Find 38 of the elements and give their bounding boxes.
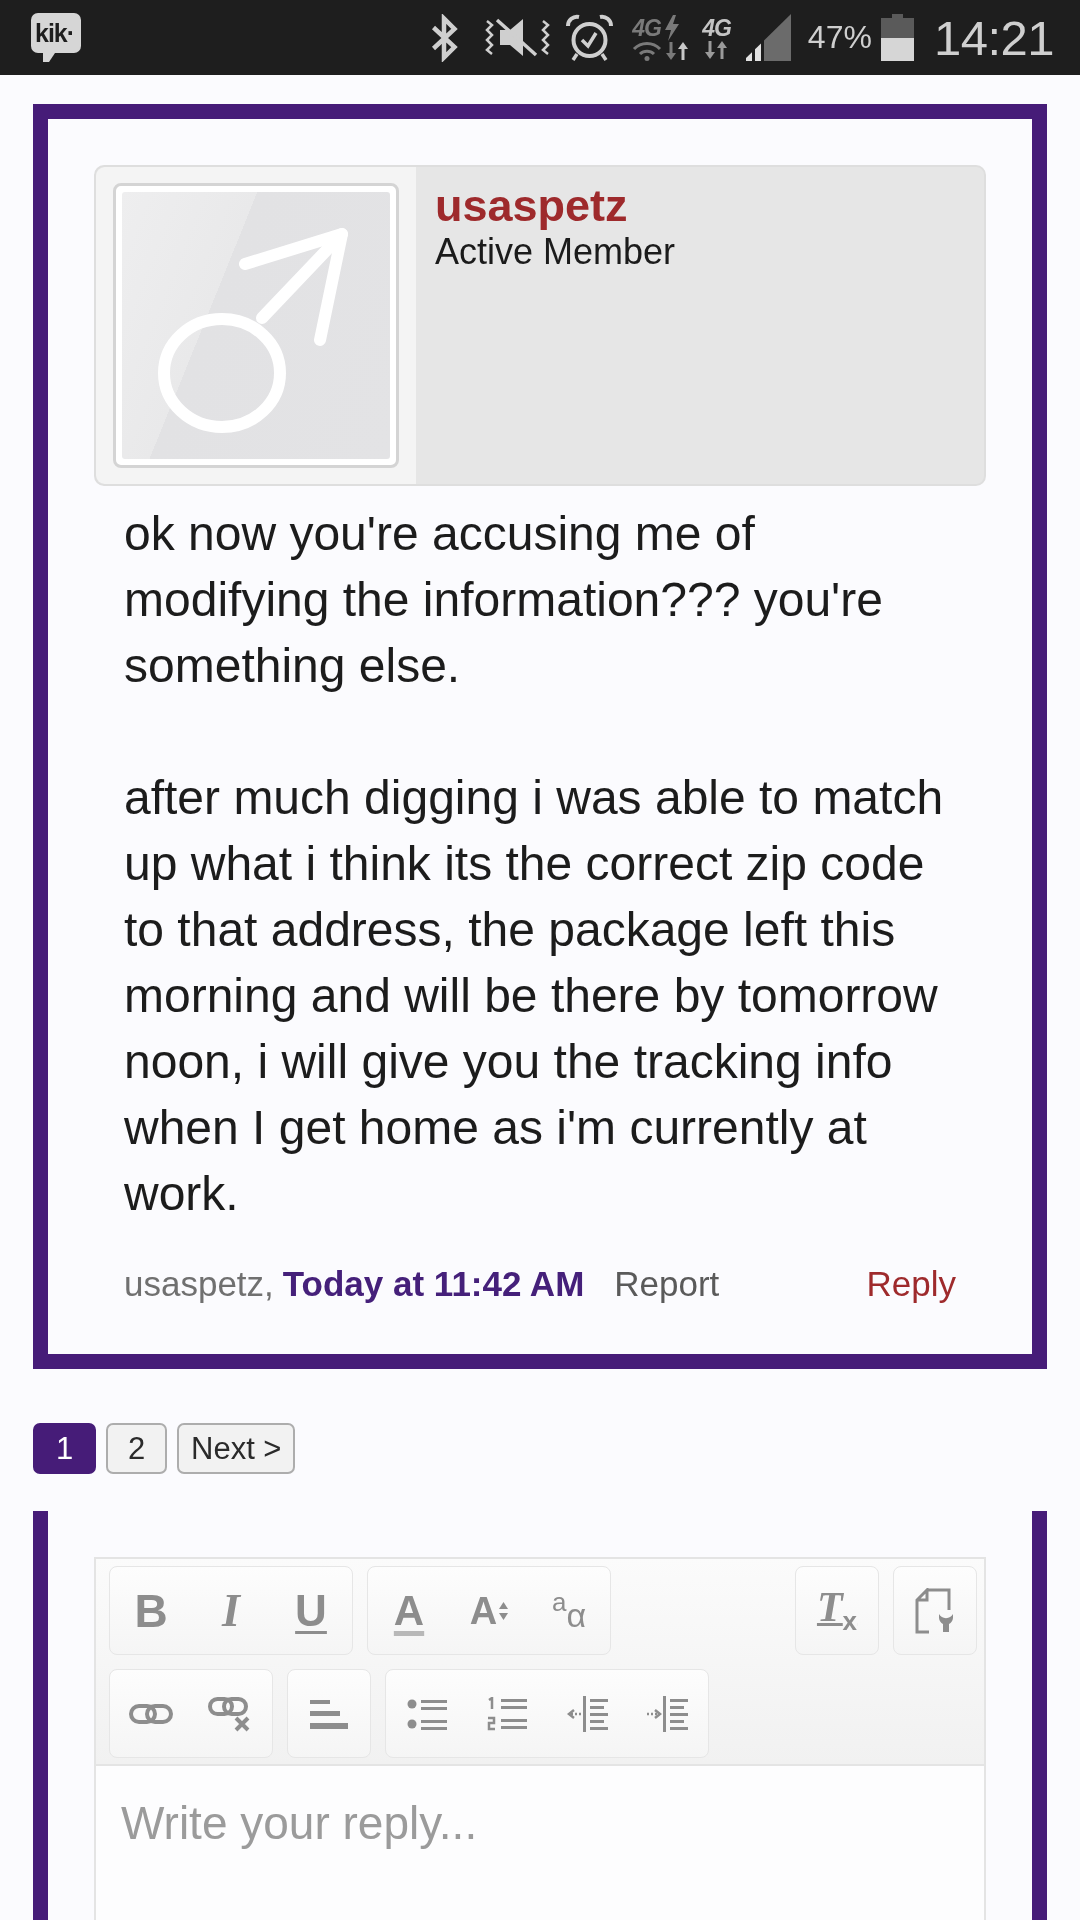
data-arrows-icon (664, 40, 691, 61)
numbered-list-icon (487, 1696, 527, 1731)
reply-link[interactable]: Reply (866, 1264, 956, 1304)
font-size-button[interactable]: A (449, 1568, 529, 1653)
italic-button[interactable]: I (191, 1568, 271, 1653)
network-type-label: 4G (632, 15, 662, 40)
post-date-link[interactable]: Today at 11:42 AM (282, 1264, 585, 1304)
remove-format-button[interactable]: T$_{x}$ (797, 1568, 877, 1653)
message-paragraph: ok now you're accusing me of modifying the information??? you're something else. (124, 506, 884, 694)
up-down-arrows-icon (499, 1600, 509, 1621)
bullet-list-icon (407, 1697, 447, 1730)
bold-button[interactable]: B (111, 1568, 191, 1653)
battery-percent: 47% (807, 19, 872, 56)
report-link[interactable]: Report (614, 1264, 720, 1304)
username-link[interactable]: usaspetz (435, 181, 628, 231)
user-title: Active Member (435, 231, 676, 273)
align-left-icon (310, 1697, 348, 1730)
author-link[interactable]: usaspetz, (124, 1264, 274, 1304)
document-wrench-icon (915, 1587, 955, 1634)
case-transform-button[interactable]: $^{a}$α (529, 1568, 609, 1653)
network-type-label: 4G (702, 15, 731, 40)
indent-icon (646, 1694, 688, 1733)
wifi-icon (632, 40, 663, 61)
battery-icon (880, 14, 914, 61)
clock-time: 14:21 (933, 9, 1054, 66)
next-page-button[interactable]: Next > (177, 1423, 296, 1474)
alarm-clock-icon (565, 13, 615, 62)
page-button[interactable]: 2 (106, 1423, 167, 1474)
kik-logo: kik· (31, 13, 81, 62)
text-color-button[interactable]: A (369, 1568, 449, 1653)
data-arrows-icon (703, 39, 730, 60)
page-button[interactable]: 1 (33, 1423, 96, 1474)
outdent-icon (566, 1694, 608, 1733)
reply-input[interactable]: Write your reply... (94, 1766, 986, 1920)
message-paragraph: after much digging i was able to match up what i think its the correct zip code to that address, the package left this morning and will be there by tomorrow noon, i will give you the tracking info when I get home as i'm currently at work. (124, 770, 945, 1222)
underline-button[interactable]: U (271, 1568, 351, 1653)
link-icon (129, 1701, 173, 1726)
lightning-icon (664, 14, 681, 41)
